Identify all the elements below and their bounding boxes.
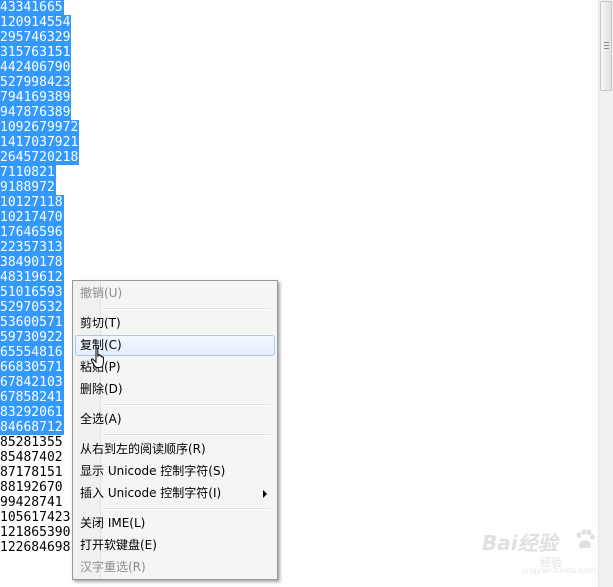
editor-line: 315763151 bbox=[0, 45, 72, 60]
thumb-grip-icon bbox=[604, 45, 609, 46]
editor-line: 121865390 bbox=[0, 525, 71, 540]
watermark-url: jingyan.baidu.com bbox=[522, 566, 596, 575]
editor-line: 1092679972 bbox=[0, 120, 80, 135]
editor-line: 51016593 bbox=[0, 285, 64, 300]
watermark-brand: Bai经验 bbox=[482, 531, 558, 555]
menu-item-label: 汉字重选(R) bbox=[80, 560, 146, 574]
menu-item-select-all[interactable]: 全选(A) bbox=[75, 409, 275, 430]
editor-line: 120914554 bbox=[0, 15, 72, 30]
menu-separator bbox=[103, 508, 271, 510]
menu-item-label: 关闭 IME(L) bbox=[80, 516, 146, 530]
editor-line: 84668712 bbox=[0, 420, 64, 435]
editor-line: 85281355 bbox=[0, 435, 63, 450]
context-menu: 撤销(U)剪切(T)复制(C)粘贴(P)删除(D)全选(A)从右到左的阅读顺序(… bbox=[72, 280, 278, 580]
menu-item-open-soft-keyboard[interactable]: 打开软键盘(E) bbox=[75, 535, 275, 556]
editor-line: 52970532 bbox=[0, 300, 64, 315]
editor-line: 794169389 bbox=[0, 90, 72, 105]
hand-cursor-icon bbox=[90, 347, 104, 368]
editor-line: 87178151 bbox=[0, 465, 63, 480]
editor-line: 527998423 bbox=[0, 75, 72, 90]
menu-item-label: 删除(D) bbox=[80, 382, 123, 396]
menu-item-label: 全选(A) bbox=[80, 412, 122, 426]
submenu-arrow-icon bbox=[263, 490, 267, 498]
editor-line: 7110821 bbox=[0, 165, 56, 180]
menu-item-label: 打开软键盘(E) bbox=[80, 538, 157, 552]
editor-line: 17646596 bbox=[0, 225, 64, 240]
editor-line: 122684698 bbox=[0, 540, 71, 555]
menu-item-label: 撤销(U) bbox=[80, 286, 123, 300]
menu-item-label: 剪切(T) bbox=[80, 316, 121, 330]
editor-line: 10127118 bbox=[0, 195, 64, 210]
scrollbar-thumb[interactable] bbox=[600, 1, 612, 91]
paw-logo-icon bbox=[576, 529, 595, 549]
thumb-grip-icon bbox=[604, 42, 609, 43]
editor-line: 295746329 bbox=[0, 30, 72, 45]
editor-line: 53600571 bbox=[0, 315, 64, 330]
editor-line: 65554816 bbox=[0, 345, 64, 360]
editor-line: 105617423 bbox=[0, 510, 71, 525]
menu-item-label: 从右到左的阅读顺序(R) bbox=[80, 442, 206, 456]
editor-line: 38490178 bbox=[0, 255, 64, 270]
editor-line: 9188972 bbox=[0, 180, 56, 195]
menu-item-undo[interactable]: 撤销(U) bbox=[75, 283, 275, 304]
screen: 43341665 120914554 295746329 315763151 44240… bbox=[0, 0, 613, 587]
editor-line: 22357313 bbox=[0, 240, 64, 255]
editor-line: 66830571 bbox=[0, 360, 64, 375]
editor-line: 43341665 bbox=[0, 0, 64, 15]
editor-line: 59730922 bbox=[0, 330, 64, 345]
menu-separator bbox=[103, 404, 271, 406]
editor-line: 2645720218 bbox=[0, 150, 80, 165]
menu-item-cut[interactable]: 剪切(T) bbox=[75, 313, 275, 334]
thumb-grip-icon bbox=[604, 48, 609, 49]
editor-line: 947876389 bbox=[0, 105, 72, 120]
menu-item-label: 显示 Unicode 控制字符(S) bbox=[80, 464, 226, 478]
editor-line: 67858241 bbox=[0, 390, 64, 405]
vertical-scrollbar[interactable] bbox=[598, 0, 613, 587]
editor-line: 67842103 bbox=[0, 375, 64, 390]
watermark: Bai经验 经验 jingyan.baidu.com bbox=[482, 527, 602, 577]
editor-line: 88192670 bbox=[0, 480, 63, 495]
menu-item-rtl-reading-order[interactable]: 从右到左的阅读顺序(R) bbox=[75, 439, 275, 460]
editor-line: 442406790 bbox=[0, 60, 72, 75]
editor-line: 99428741 bbox=[0, 495, 63, 510]
editor-line: 10217470 bbox=[0, 210, 64, 225]
editor-line: 83292061 bbox=[0, 405, 64, 420]
menu-separator bbox=[103, 308, 271, 310]
editor-line: 85487402 bbox=[0, 450, 63, 465]
menu-item-reconvert[interactable]: 汉字重选(R) bbox=[75, 557, 275, 578]
menu-item-insert-unicode-control[interactable]: 插入 Unicode 控制字符(I) bbox=[75, 483, 275, 504]
menu-separator bbox=[103, 434, 271, 436]
menu-item-close-ime[interactable]: 关闭 IME(L) bbox=[75, 513, 275, 534]
editor-line: 1417037921 bbox=[0, 135, 80, 150]
menu-item-label: 插入 Unicode 控制字符(I) bbox=[80, 486, 222, 500]
menu-item-delete[interactable]: 删除(D) bbox=[75, 379, 275, 400]
editor-line: 48319612 bbox=[0, 270, 64, 285]
menu-item-show-unicode-control[interactable]: 显示 Unicode 控制字符(S) bbox=[75, 461, 275, 482]
